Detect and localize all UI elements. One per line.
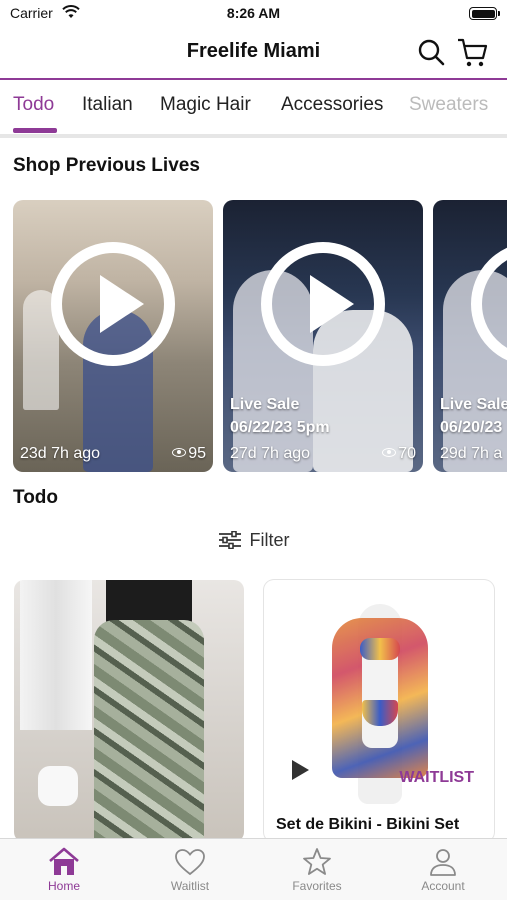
live-time-ago: 29d 7h a (440, 445, 503, 462)
waitlist-badge: WAITLIST (399, 769, 474, 786)
tabbar-waitlist[interactable]: Waitlist (140, 847, 240, 893)
tab-accessories[interactable]: Accessories (281, 94, 383, 116)
tab-italian[interactable]: Italian (82, 94, 133, 116)
battery-icon (469, 7, 500, 20)
previous-lives-title: Shop Previous Lives (13, 155, 200, 176)
live-view-count: 95 (172, 445, 206, 463)
live-time-ago: 23d 7h ago (20, 445, 101, 462)
play-icon[interactable] (261, 242, 385, 366)
filter-label: Filter (249, 530, 290, 550)
star-icon (303, 848, 331, 875)
cart-icon[interactable] (457, 38, 489, 68)
tab-magic-hair[interactable]: Magic Hair (160, 94, 251, 116)
live-card[interactable]: Live Sale 06/22/23 5pm 27d 7h ago 70 (223, 200, 423, 472)
filter-button[interactable]: Filter (0, 530, 507, 562)
live-caption-title: Live Sale (230, 396, 300, 413)
product-card[interactable]: WAITLIST Set de Bikini - Bikini Set (264, 580, 494, 842)
live-view-count: 70 (382, 445, 416, 463)
filter-sliders-icon (218, 531, 241, 549)
live-time-ago: 27d 7h ago (230, 445, 311, 462)
previous-lives-carousel[interactable]: 23d 7h ago 95 Live Sale 06/22/23 5pm 27d… (13, 200, 507, 472)
clock: 8:26 AM (226, 5, 281, 21)
heart-icon (175, 849, 205, 876)
header: Freelife Miami (0, 28, 507, 80)
eye-icon (382, 448, 397, 457)
person-icon (430, 849, 456, 876)
tab-sweaters[interactable]: Sweaters (409, 94, 488, 116)
live-caption-title: Live Sale (440, 396, 507, 413)
product-card[interactable] (14, 580, 244, 842)
search-icon[interactable] (417, 38, 445, 66)
live-card[interactable]: 23d 7h ago 95 (13, 200, 213, 472)
play-icon[interactable] (292, 760, 309, 780)
home-icon (49, 847, 79, 875)
bottom-tab-bar: Home Waitlist Favorites Account (0, 838, 507, 900)
eye-icon (172, 448, 187, 457)
live-caption-date: 06/22/23 5pm (230, 419, 330, 436)
tabbar-favorites[interactable]: Favorites (267, 847, 367, 893)
live-card[interactable]: Live Sale 06/20/23 29d 7h a (433, 200, 507, 472)
tabbar-account[interactable]: Account (393, 847, 493, 893)
tabbar-home[interactable]: Home (14, 847, 114, 893)
product-name: Set de Bikini - Bikini Set (276, 816, 460, 833)
live-caption-date: 06/20/23 (440, 419, 503, 436)
category-tabs: Todo Italian Magic Hair Accessories Swea… (0, 82, 507, 138)
products-title: Todo (13, 487, 59, 508)
product-image (94, 620, 204, 842)
play-icon[interactable] (51, 242, 175, 366)
tab-todo[interactable]: Todo (13, 94, 54, 116)
status-bar: Carrier 8:26 AM (0, 0, 507, 28)
active-tab-indicator (13, 128, 57, 133)
